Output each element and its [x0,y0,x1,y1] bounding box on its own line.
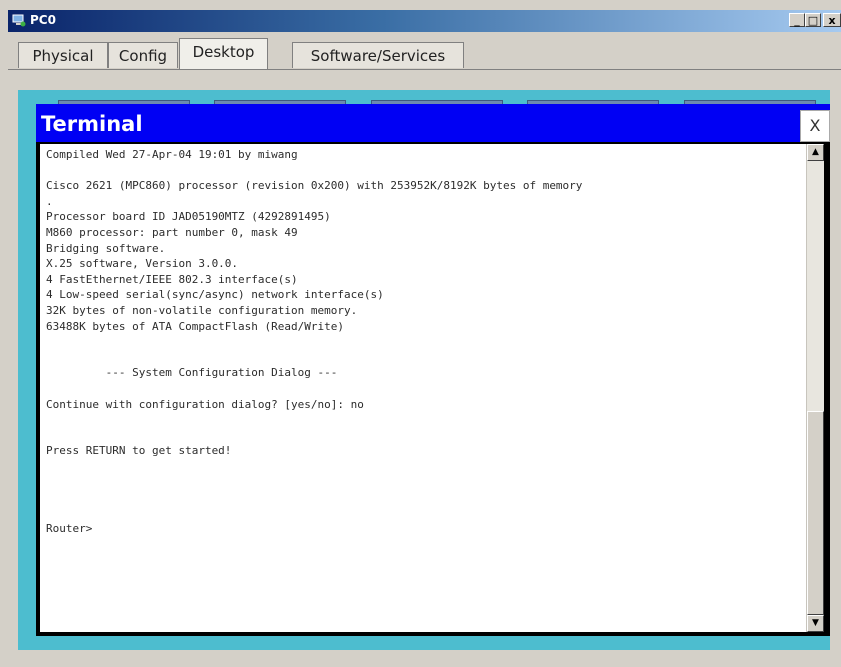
terminal-output[interactable]: Compiled Wed 27-Apr-04 19:01 by miwang C… [40,144,792,537]
maximize-button[interactable]: □ [805,13,821,27]
scroll-up-arrow-icon: ▲ [812,147,819,157]
terminal-title: Terminal [41,112,143,136]
window-title-bar[interactable]: PC0 _ □ x [8,10,841,32]
terminal-header: Terminal X [36,104,830,142]
tab-desktop[interactable]: Desktop [179,38,268,69]
tab-bar: Physical Config Desktop Software/Service… [8,32,841,70]
scroll-up-button[interactable]: ▲ [807,144,824,161]
tab-divider [8,69,841,70]
terminal-window: Terminal X Compiled Wed 27-Apr-04 19:01 … [36,104,830,636]
minimize-button[interactable]: _ [789,13,805,27]
window-close-button[interactable]: x [823,13,841,27]
scroll-down-button[interactable]: ▼ [807,615,824,632]
scrollbar-thumb[interactable] [807,411,824,615]
pc-app-icon [12,14,26,27]
scroll-down-arrow-icon: ▼ [812,618,819,628]
terminal-close-button[interactable]: X [800,110,830,142]
terminal-scrollbar[interactable]: ▲ ▼ [806,144,824,632]
window-title: PC0 [30,13,56,27]
tab-physical[interactable]: Physical [18,42,108,68]
terminal-body[interactable]: Compiled Wed 27-Apr-04 19:01 by miwang C… [40,144,824,632]
tab-software-services[interactable]: Software/Services [292,42,464,68]
tab-config[interactable]: Config [108,42,178,68]
